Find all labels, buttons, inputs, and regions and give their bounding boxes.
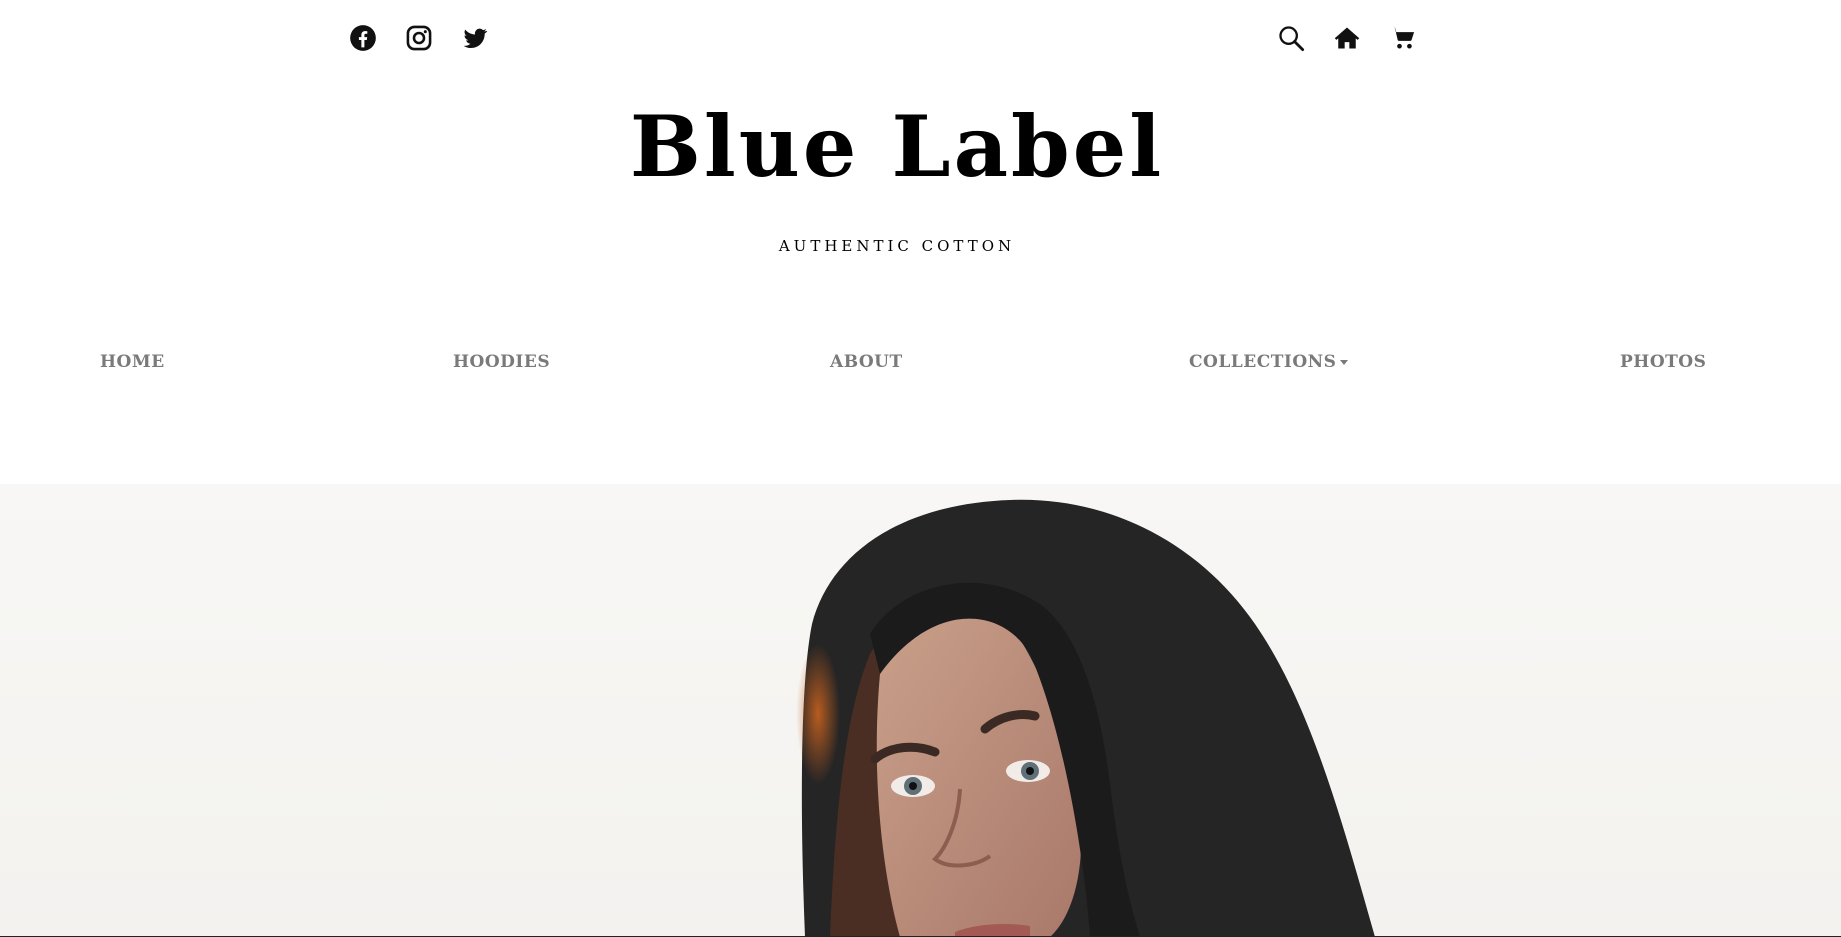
hero-image <box>0 484 1841 937</box>
nav-item-collections[interactable]: COLLECTIONS <box>1189 352 1349 372</box>
twitter-icon[interactable] <box>459 22 491 54</box>
instagram-icon[interactable] <box>403 22 435 54</box>
nav-item-photos[interactable]: PHOTOS <box>1620 352 1706 372</box>
nav-item-collections-label: COLLECTIONS <box>1189 352 1337 372</box>
top-bar <box>0 0 1841 80</box>
cart-icon[interactable] <box>1387 22 1419 54</box>
nav-item-about[interactable]: ABOUT <box>830 352 903 372</box>
facebook-icon[interactable] <box>347 22 379 54</box>
nav-item-home[interactable]: HOME <box>100 352 165 372</box>
home-icon[interactable] <box>1331 22 1363 54</box>
main-nav: HOME HOODIES ABOUT COLLECTIONS PHOTOS <box>0 352 1841 382</box>
chevron-down-icon <box>1340 360 1349 365</box>
search-icon[interactable] <box>1275 22 1307 54</box>
nav-item-hoodies[interactable]: HOODIES <box>453 352 550 372</box>
site-logo[interactable]: Blue Label <box>0 105 1794 189</box>
site-tagline: AUTHENTIC COTTON <box>778 237 1016 255</box>
